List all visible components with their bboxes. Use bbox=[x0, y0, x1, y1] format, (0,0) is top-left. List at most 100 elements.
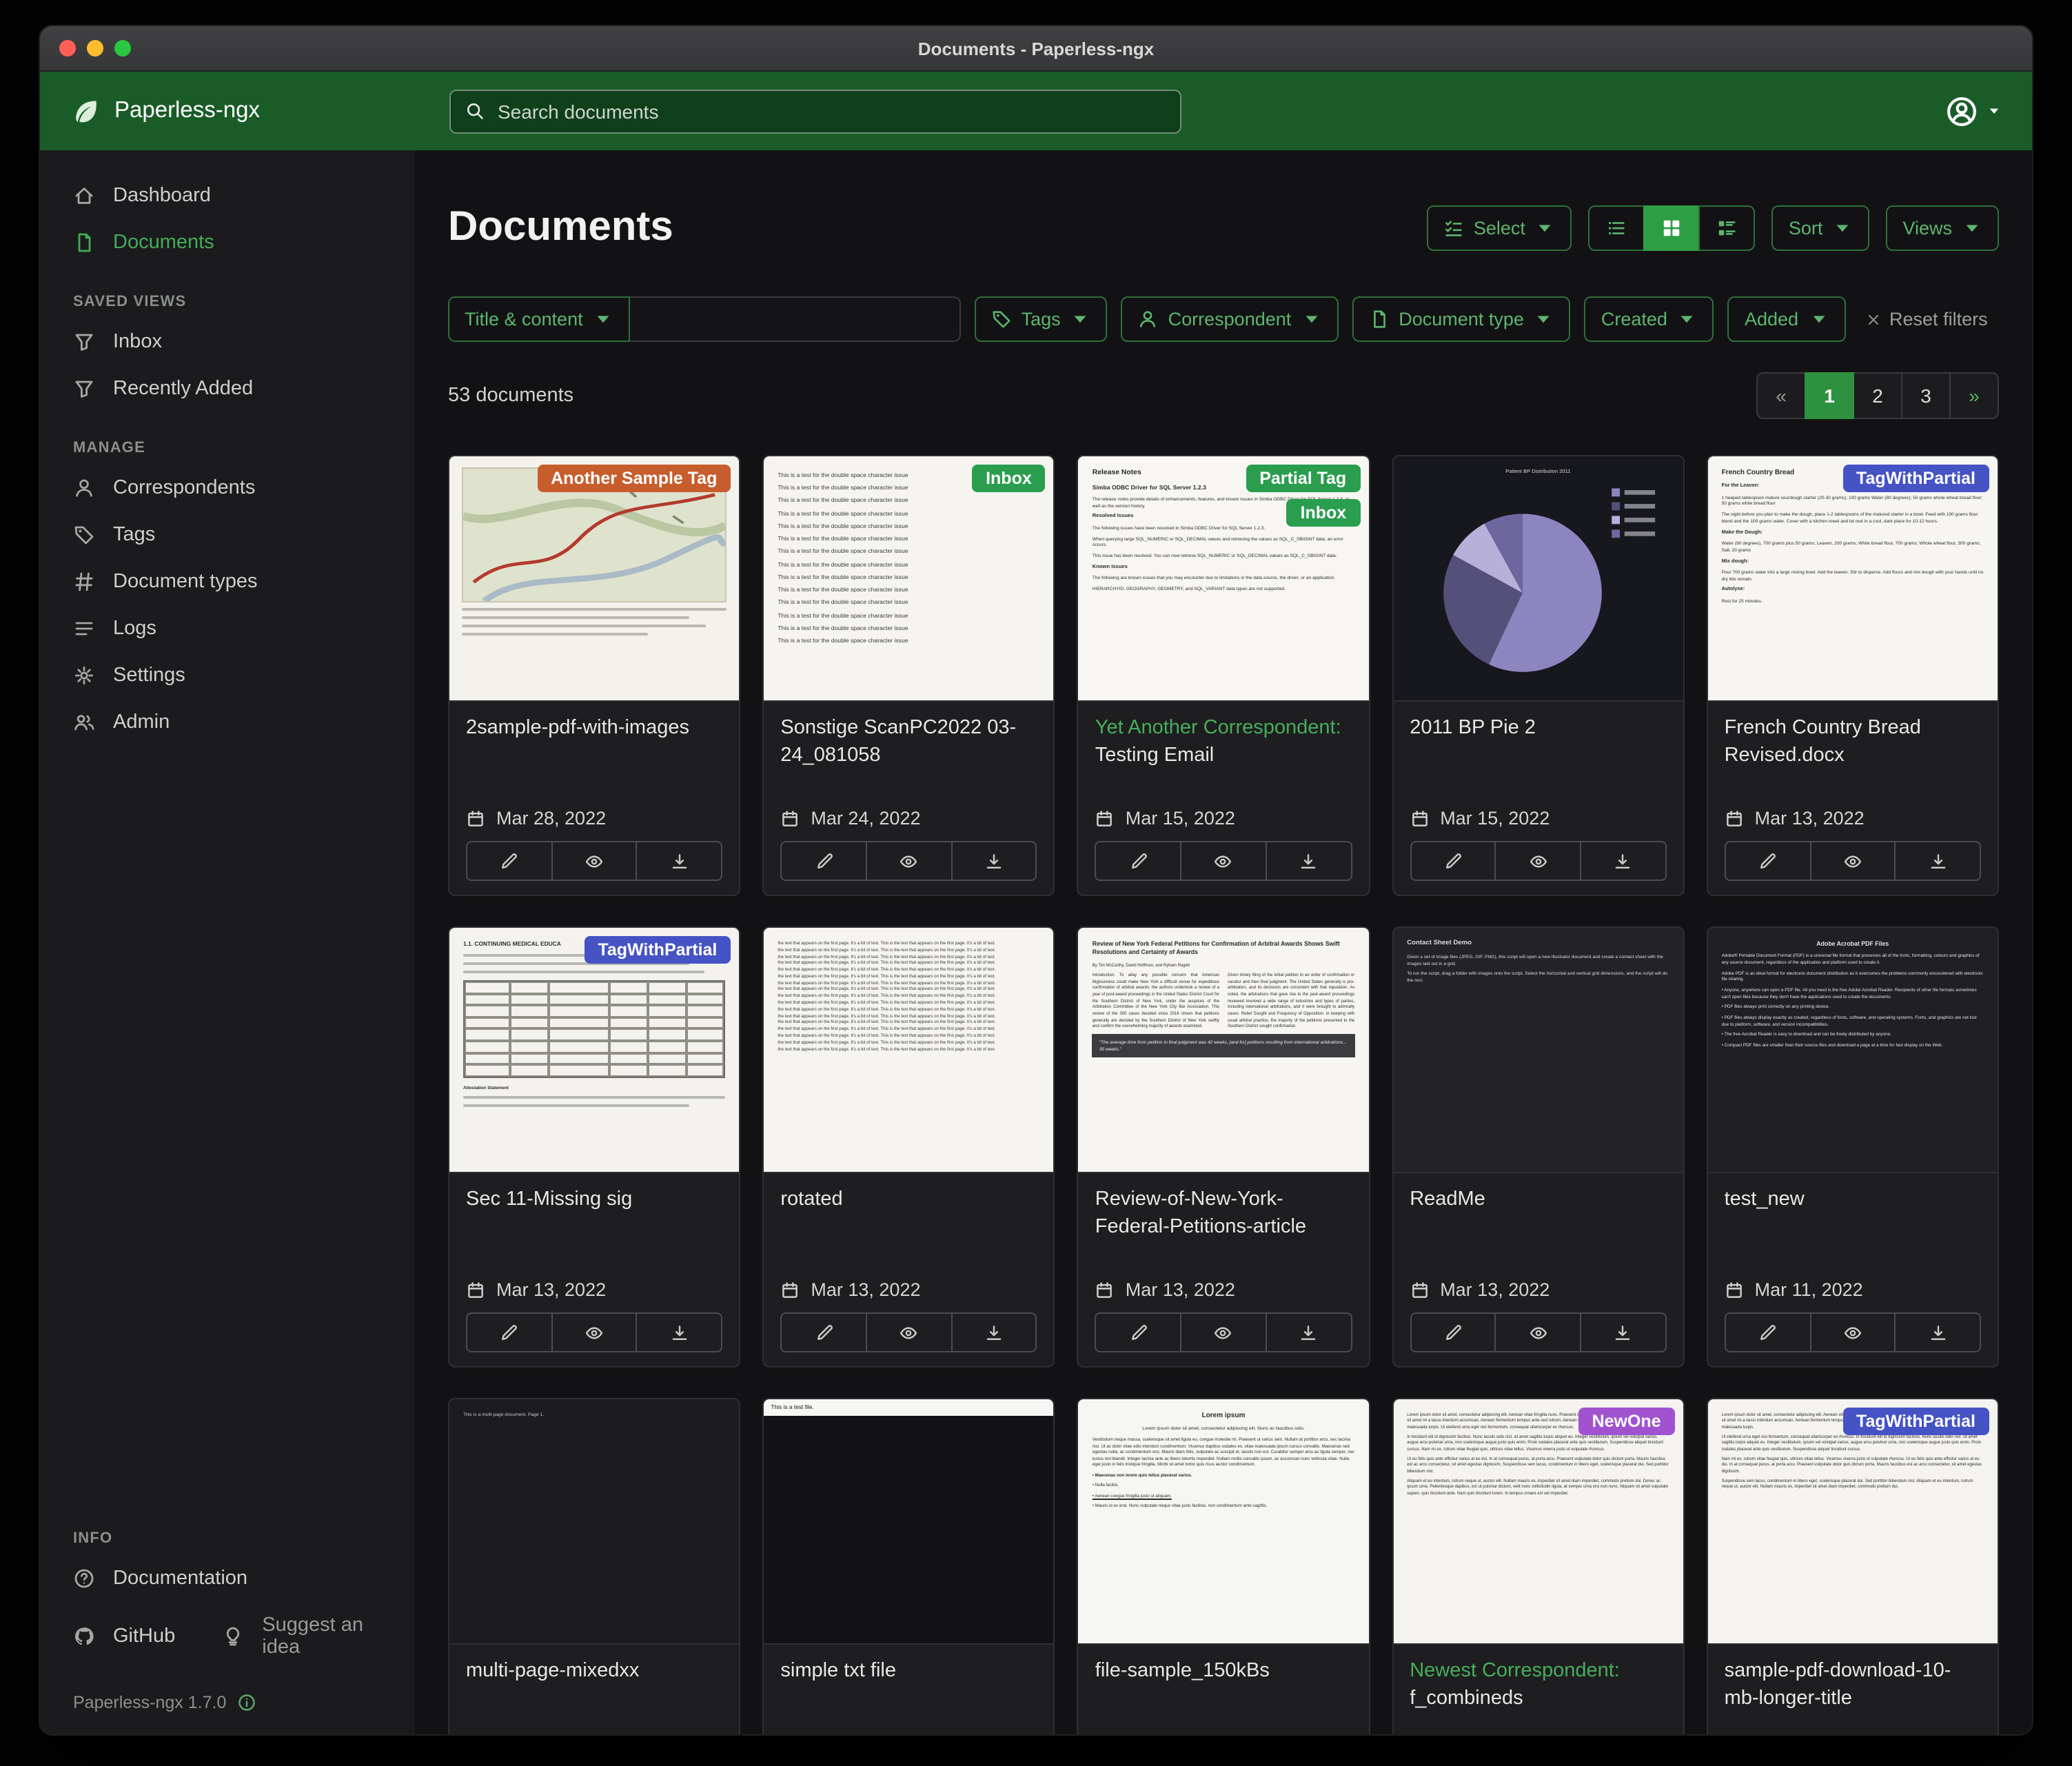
zoom-window-button[interactable] bbox=[114, 40, 131, 57]
close-window-button[interactable] bbox=[59, 40, 76, 57]
edit-button[interactable] bbox=[466, 841, 552, 881]
document-thumbnail[interactable]: Review of New York Federal Petitions for… bbox=[1079, 928, 1368, 1173]
document-title[interactable]: ReadMe bbox=[1410, 1187, 1666, 1214]
user-menu[interactable] bbox=[1945, 94, 2002, 128]
reset-filters-button[interactable]: Reset filters bbox=[1865, 309, 1988, 329]
info-icon[interactable] bbox=[237, 1693, 256, 1712]
document-thumbnail[interactable]: French Country BreadFor the Leaven:1 hea… bbox=[1708, 456, 1998, 702]
download-button[interactable] bbox=[1266, 841, 1352, 881]
document-title[interactable]: 2sample-pdf-with-images bbox=[466, 715, 722, 742]
edit-button[interactable] bbox=[1725, 841, 1811, 881]
tag-badge[interactable]: Inbox bbox=[1287, 499, 1361, 527]
sidebar-item-admin[interactable]: Admin bbox=[40, 699, 415, 746]
document-card[interactable]: Review of New York Federal Petitions for… bbox=[1077, 926, 1370, 1368]
edit-button[interactable] bbox=[1410, 1312, 1496, 1352]
edit-button[interactable] bbox=[780, 841, 866, 881]
document-title[interactable]: Newest Correspondent: f_combineds bbox=[1410, 1658, 1666, 1712]
sidebar-item-settings[interactable]: Settings bbox=[40, 652, 415, 699]
document-title[interactable]: test_new bbox=[1725, 1187, 1981, 1214]
sidebar-item-correspondents[interactable]: Correspondents bbox=[40, 465, 415, 511]
title-content-filter-input[interactable] bbox=[630, 296, 961, 342]
view-button[interactable] bbox=[1180, 1312, 1266, 1352]
download-button[interactable] bbox=[1266, 1312, 1352, 1352]
edit-button[interactable] bbox=[1095, 841, 1181, 881]
document-card[interactable]: Another Sample Tag 2sample-pdf-with-image… bbox=[448, 455, 740, 896]
global-search[interactable] bbox=[449, 89, 1181, 133]
sidebar-item-documentation[interactable]: Documentation bbox=[40, 1555, 415, 1602]
search-input[interactable] bbox=[498, 100, 1166, 122]
document-card[interactable]: Release NotesSimba ODBC Driver for SQL S… bbox=[1077, 455, 1370, 896]
download-button[interactable] bbox=[636, 1312, 722, 1352]
document-title[interactable]: 2011 BP Pie 2 bbox=[1410, 715, 1666, 742]
edit-button[interactable] bbox=[466, 1312, 552, 1352]
document-thumbnail[interactable]: This is a test for the double space char… bbox=[764, 456, 1053, 702]
sidebar-item-document-types[interactable]: Document types bbox=[40, 558, 415, 605]
pagination-next[interactable]: » bbox=[1949, 372, 1999, 419]
document-card[interactable]: Adobe Acrobat PDF FilesAdobe® Portable D… bbox=[1707, 926, 1999, 1368]
document-thumbnail[interactable]: This is a test file. bbox=[764, 1399, 1053, 1645]
document-thumbnail[interactable]: 1.1. CONTINUING MEDICAL EDUCAAttestation… bbox=[449, 928, 739, 1173]
document-title[interactable]: Yet Another Correspondent: Testing Email bbox=[1095, 715, 1352, 769]
tag-badge[interactable]: Partial Tag bbox=[1246, 465, 1360, 492]
tag-badge[interactable]: TagWithPartial bbox=[1842, 465, 1989, 492]
document-thumbnail[interactable]: This is a multi page document. Page 1. bbox=[449, 1399, 739, 1645]
document-title[interactable]: Review-of-New-York-Federal-Petitions-art… bbox=[1095, 1187, 1352, 1241]
document-thumbnail[interactable]: Lorem ipsumLorem ipsum dolor sit amet, c… bbox=[1079, 1399, 1368, 1645]
view-button[interactable] bbox=[551, 1312, 637, 1352]
download-button[interactable] bbox=[1895, 1312, 1981, 1352]
view-list-button[interactable] bbox=[1589, 205, 1645, 250]
sidebar-item-logs[interactable]: Logs bbox=[40, 605, 415, 652]
view-button[interactable] bbox=[866, 1312, 952, 1352]
brand[interactable]: Paperless-ngx bbox=[70, 96, 449, 126]
view-button[interactable] bbox=[1180, 841, 1266, 881]
sidebar-item-recently-added[interactable]: Recently Added bbox=[40, 365, 415, 412]
document-thumbnail[interactable]: Lorem ipsum dolor sit amet, consectetur … bbox=[1393, 1399, 1683, 1645]
download-button[interactable] bbox=[951, 1312, 1037, 1352]
document-card[interactable]: This is a test file. simple txt file bbox=[762, 1398, 1055, 1734]
sidebar-item-documents[interactable]: Documents bbox=[40, 219, 415, 266]
document-correspondent[interactable]: Newest Correspondent: bbox=[1410, 1660, 1620, 1682]
document-card[interactable]: Patient BP Distribution 2011 2011 BP Pie … bbox=[1392, 455, 1684, 896]
tag-badge[interactable]: Another Sample Tag bbox=[537, 465, 731, 492]
document-card[interactable]: This is a test for the double space char… bbox=[762, 455, 1055, 896]
document-correspondent[interactable]: Yet Another Correspondent: bbox=[1095, 717, 1341, 739]
document-title[interactable]: Sec 11-Missing sig bbox=[466, 1187, 722, 1214]
document-title[interactable]: rotated bbox=[780, 1187, 1037, 1214]
document-thumbnail[interactable]: Adobe Acrobat PDF FilesAdobe® Portable D… bbox=[1708, 928, 1998, 1173]
minimize-window-button[interactable] bbox=[87, 40, 103, 57]
tag-badge[interactable]: Inbox bbox=[972, 465, 1046, 492]
sidebar-item-inbox[interactable]: Inbox bbox=[40, 318, 415, 365]
sidebar-item-dashboard[interactable]: Dashboard bbox=[40, 172, 415, 219]
download-button[interactable] bbox=[636, 841, 722, 881]
document-card[interactable]: Lorem ipsum dolor sit amet, consectetur … bbox=[1707, 1398, 1999, 1734]
document-title[interactable]: simple txt file bbox=[780, 1658, 1037, 1685]
pagination-prev[interactable]: « bbox=[1756, 372, 1806, 419]
view-button[interactable] bbox=[1809, 1312, 1896, 1352]
edit-button[interactable] bbox=[780, 1312, 866, 1352]
download-button[interactable] bbox=[951, 841, 1037, 881]
tags-filter-button[interactable]: Tags bbox=[975, 296, 1108, 342]
view-button[interactable] bbox=[866, 841, 952, 881]
pagination-page-3[interactable]: 3 bbox=[1901, 372, 1951, 419]
document-type-filter-button[interactable]: Document type bbox=[1352, 296, 1571, 342]
view-detail-button[interactable] bbox=[1699, 205, 1756, 250]
document-card[interactable]: French Country BreadFor the Leaven:1 hea… bbox=[1707, 455, 1999, 896]
edit-button[interactable] bbox=[1095, 1312, 1181, 1352]
sidebar-item-github[interactable]: GitHub bbox=[40, 1613, 189, 1660]
tag-badge[interactable]: TagWithPartial bbox=[584, 936, 731, 964]
correspondent-filter-button[interactable]: Correspondent bbox=[1121, 296, 1339, 342]
sort-button[interactable]: Sort bbox=[1772, 205, 1870, 250]
document-card[interactable]: 1.1. CONTINUING MEDICAL EDUCAAttestation… bbox=[448, 926, 740, 1368]
download-button[interactable] bbox=[1580, 1312, 1666, 1352]
document-thumbnail[interactable]: Patient BP Distribution 2011 bbox=[1393, 456, 1683, 702]
document-thumbnail[interactable]: Lorem ipsum dolor sit amet, consectetur … bbox=[1708, 1399, 1998, 1645]
document-card[interactable]: Lorem ipsum dolor sit amet, consectetur … bbox=[1392, 1398, 1684, 1734]
select-button[interactable]: Select bbox=[1427, 205, 1572, 250]
pagination-page-2[interactable]: 2 bbox=[1853, 372, 1902, 419]
added-filter-button[interactable]: Added bbox=[1728, 296, 1845, 342]
edit-button[interactable] bbox=[1410, 841, 1496, 881]
sidebar-item-tags[interactable]: Tags bbox=[40, 511, 415, 558]
edit-button[interactable] bbox=[1725, 1312, 1811, 1352]
view-button[interactable] bbox=[1495, 1312, 1581, 1352]
document-thumbnail[interactable]: Contact Sheet DemoGiven a set of image f… bbox=[1393, 928, 1683, 1173]
